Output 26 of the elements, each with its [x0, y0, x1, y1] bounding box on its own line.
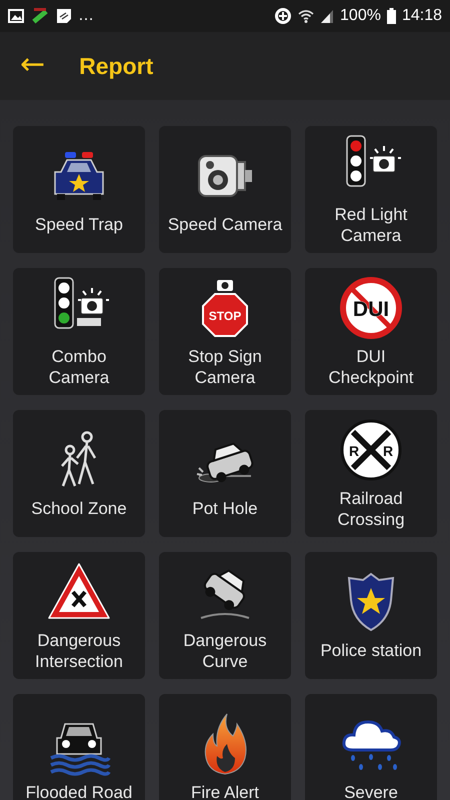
- report-option[interactable]: Pot Hole: [159, 410, 291, 537]
- back-button[interactable]: ←: [0, 46, 60, 86]
- report-option[interactable]: Speed Trap: [13, 126, 145, 253]
- screen-title: Report: [79, 52, 154, 80]
- report-option[interactable]: Dangerous Curve: [159, 552, 291, 679]
- battery-percent: 100%: [340, 7, 381, 25]
- clock: 14:18: [402, 7, 442, 25]
- report-option[interactable]: Dangerous Intersection: [13, 552, 145, 679]
- report-option[interactable]: Red Light Camera: [305, 126, 437, 253]
- wifi-icon: [298, 8, 314, 24]
- signal-icon: [320, 9, 334, 23]
- report-option[interactable]: Police station: [305, 552, 437, 679]
- sync-icon: [274, 7, 292, 25]
- report-option[interactable]: Combo Camera: [13, 268, 145, 395]
- report-option[interactable]: Speed Camera: [159, 126, 291, 253]
- report-option[interactable]: Fire Alert: [159, 694, 291, 800]
- railroad-crossing-sign-icon: R R: [339, 418, 403, 482]
- note-icon: [56, 8, 72, 24]
- report-option[interactable]: R R Railroad Crossing: [305, 410, 437, 537]
- more-notifications: …: [78, 7, 94, 25]
- image-icon: [8, 9, 24, 23]
- report-option[interactable]: School Zone: [13, 410, 145, 537]
- battery-icon: [386, 8, 396, 24]
- report-option[interactable]: Flooded Road: [13, 694, 145, 800]
- report-option[interactable]: Severe: [305, 694, 437, 800]
- report-option[interactable]: STOP Stop Sign Camera: [159, 268, 291, 395]
